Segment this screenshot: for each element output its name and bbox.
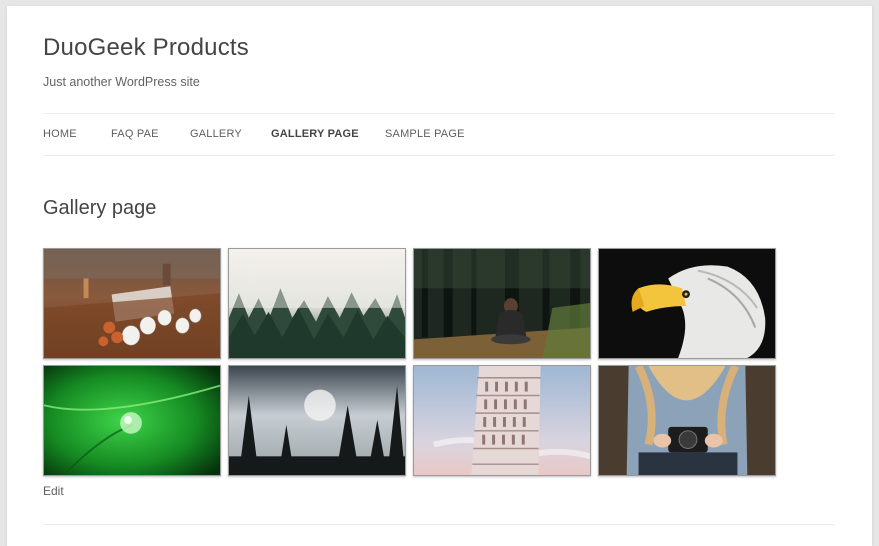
nav-item-gallery[interactable]: GALLERY: [190, 128, 242, 140]
gallery-image-trees-sky[interactable]: [228, 365, 406, 476]
nav-item-sample-page[interactable]: SAMPLE PAGE: [385, 128, 465, 140]
gallery-image-person-camera[interactable]: [598, 365, 776, 476]
gallery-image-leaf-droplet[interactable]: [43, 365, 221, 476]
site-description: Just another WordPress site: [43, 75, 200, 89]
page: DuoGeek Products Just another WordPress …: [7, 6, 872, 546]
edit-link[interactable]: Edit: [43, 484, 64, 498]
site-title[interactable]: DuoGeek Products: [43, 34, 249, 62]
main-navigation: HOME FAQ PAE GALLERY GALLERY PAGE SAMPLE…: [43, 113, 835, 156]
page-title: Gallery page: [43, 197, 157, 219]
gallery-image-pisa-tower[interactable]: [413, 365, 591, 476]
gallery-image-coffee-cups[interactable]: [43, 248, 221, 359]
gallery-image-misty-forest[interactable]: [228, 248, 406, 359]
nav-item-gallery-page[interactable]: GALLERY PAGE: [271, 128, 359, 140]
nav-item-faq-pae[interactable]: FAQ PAE: [111, 128, 159, 140]
gallery-image-person-in-forest[interactable]: [413, 248, 591, 359]
gallery-image-eagle[interactable]: [598, 248, 776, 359]
content-divider: [43, 524, 835, 525]
nav-item-home[interactable]: HOME: [43, 128, 77, 140]
